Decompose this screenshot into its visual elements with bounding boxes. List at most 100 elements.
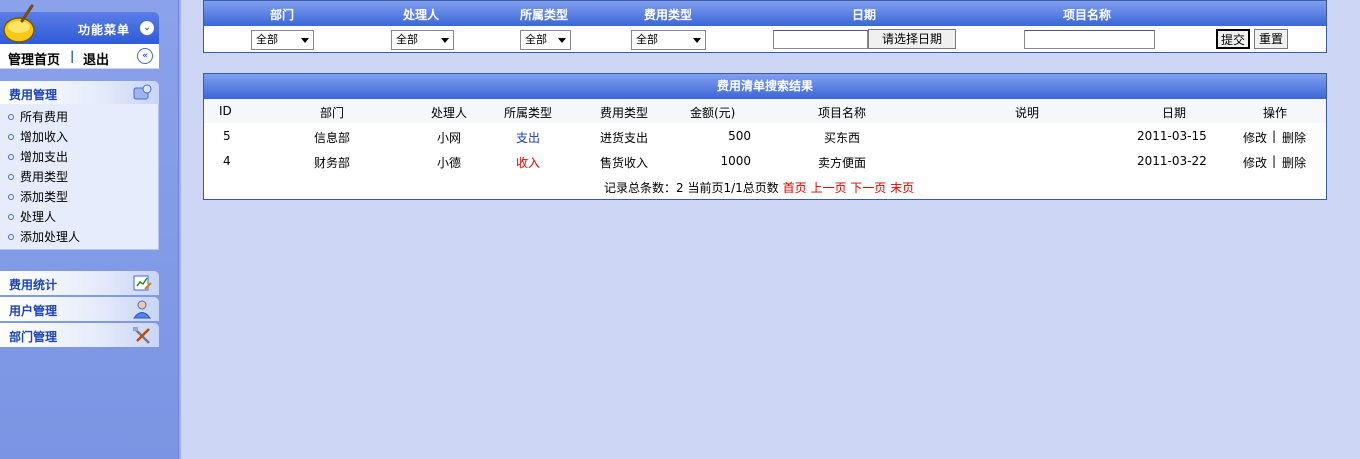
bullet-icon [8,173,14,180]
dropdown-arrow-icon [693,38,701,43]
bullet-icon [8,133,14,140]
handler-select-value: 全部 [396,33,418,46]
sidebar-item-add-handler[interactable]: 添加处理人 [8,228,80,245]
table-row: 4 财务部 小德 收入 售货收入 1000 卖方便面 2011-03-22 修改… [204,149,1326,173]
panel-stats-title: 费用统计 [9,278,58,292]
sidebar-item-handler[interactable]: 处理人 [8,208,56,225]
last-page-link[interactable]: 末页 [890,181,914,195]
col-dept: 部门 [320,106,345,120]
action-separator: | [1272,154,1277,168]
delete-link[interactable]: 删除 [1282,154,1306,171]
sidebar-item-add-income[interactable]: 增加收入 [8,128,68,145]
cell-cost-type: 售货收入 [599,156,649,170]
home-link[interactable]: 管理首页 [8,49,60,68]
delete-link[interactable]: 删除 [1282,129,1306,146]
submit-button[interactable]: 提交 [1216,29,1250,49]
panel-cost-header[interactable]: 费用管理 [0,81,159,105]
collapse-left-icon[interactable]: « [137,48,153,64]
panel-dept-title: 部门管理 [9,330,58,344]
pagination-summary: 记录总条数：2 当前页1/1总页数 [604,181,779,195]
bullet-icon [8,193,14,200]
panel-dept-header[interactable]: 部门管理 [0,323,159,347]
tools-icon [133,327,150,344]
logout-link[interactable]: 退出 [83,49,109,68]
results-panel: 费用清单搜索结果 ID 部门 处理人 所属类型 费用类型 金额(元) 项目名称 … [203,73,1327,200]
cell-category: 收入 [515,156,541,170]
results-column-header: ID 部门 处理人 所属类型 费用类型 金额(元) 项目名称 说明 日期 操作 [204,99,1326,123]
panel-users-title: 用户管理 [9,304,58,318]
edit-link[interactable]: 修改 [1243,154,1267,171]
panel-stats-header[interactable]: 费用统计 [0,271,159,295]
date-input[interactable] [773,30,868,49]
panel-cost-title: 费用管理 [9,88,58,102]
project-name-input[interactable] [1024,30,1155,49]
pagination: 记录总条数：2 当前页1/1总页数 首页 上一页 下一页 末页 [604,179,914,196]
handler-select[interactable]: 全部 [391,30,454,50]
sidebar-item-add-type[interactable]: 添加类型 [8,188,68,205]
filter-header-dept: 部门 [270,8,295,22]
cell-amount: 500 [728,129,751,143]
cell-handler: 小德 [436,156,462,170]
cell-project: 卖方便面 [817,156,867,170]
dropdown-arrow-icon [301,38,309,43]
col-action: 操作 [1263,106,1288,120]
cell-id: 5 [223,129,231,143]
panel-users-header[interactable]: 用户管理 [0,297,159,321]
cost-panel-icon [133,84,152,100]
col-cost-type: 费用类型 [600,106,649,120]
cell-date: 2011-03-22 [1137,154,1207,168]
sidebar-item-label: 添加类型 [20,190,69,204]
chart-edit-icon [133,275,152,291]
col-project: 项目名称 [818,106,867,120]
sidebar-item-all-costs[interactable]: 所有费用 [8,108,68,125]
nav-bar: 管理首页 | 退出 « [0,44,159,69]
category-select-value: 全部 [525,33,547,46]
search-filter-panel: 部门 处理人 所属类型 费用类型 日期 项目名称 全部 全部 全部 全部 请选择… [203,0,1327,53]
filter-header-cost-type: 费用类型 [644,8,693,22]
user-icon [133,300,151,319]
sidebar: 功能菜单 ⌄ 管理首页 | 退出 « 费用管理 所有费用 增加收入 增加支出 费… [0,0,178,459]
broom-logo-icon [3,4,35,43]
col-note: 说明 [1015,106,1040,120]
dept-select-value: 全部 [256,33,278,46]
cell-dept: 财务部 [313,156,351,170]
cell-amount: 1000 [720,154,751,168]
reset-button[interactable]: 重置 [1254,29,1288,49]
filter-header-handler: 处理人 [403,8,440,22]
choose-date-button[interactable]: 请选择日期 [868,29,956,49]
col-amount: 金额(元) [690,106,736,120]
first-page-link[interactable]: 首页 [783,181,807,195]
col-id: ID [219,104,232,118]
sidebar-item-label: 增加支出 [20,150,69,164]
sidebar-item-add-expense[interactable]: 增加支出 [8,148,68,165]
dropdown-arrow-icon [441,38,449,43]
sidebar-item-label: 处理人 [20,210,57,224]
cell-handler: 小网 [436,131,462,145]
cell-date: 2011-03-15 [1137,129,1207,143]
filter-header-project: 项目名称 [1063,8,1112,22]
sidebar-item-cost-type[interactable]: 费用类型 [8,168,68,185]
sidebar-item-label: 所有费用 [20,110,69,124]
cell-cost-type: 进货支出 [599,131,649,145]
sidebar-item-label: 增加收入 [20,130,69,144]
bullet-icon [8,113,14,120]
sidebar-item-label: 添加处理人 [20,230,81,244]
frame-divider[interactable] [178,0,181,459]
cost-type-select-value: 全部 [636,33,658,46]
chevron-down-icon[interactable]: ⌄ [139,20,155,36]
sidebar-item-label: 费用类型 [20,170,69,184]
cost-type-select[interactable]: 全部 [631,30,706,50]
next-page-link[interactable]: 下一页 [850,181,886,195]
col-handler: 处理人 [431,106,468,120]
bullet-icon [8,233,14,240]
edit-link[interactable]: 修改 [1243,129,1267,146]
cell-category: 支出 [515,131,541,145]
filter-header: 部门 处理人 所属类型 费用类型 日期 项目名称 [204,1,1326,26]
prev-page-link[interactable]: 上一页 [810,181,846,195]
dept-select[interactable]: 全部 [251,30,314,50]
col-category: 所属类型 [504,106,553,120]
filter-header-category: 所属类型 [520,8,569,22]
results-title: 费用清单搜索结果 [204,74,1326,99]
category-select[interactable]: 全部 [520,30,571,50]
col-date: 日期 [1162,106,1187,120]
